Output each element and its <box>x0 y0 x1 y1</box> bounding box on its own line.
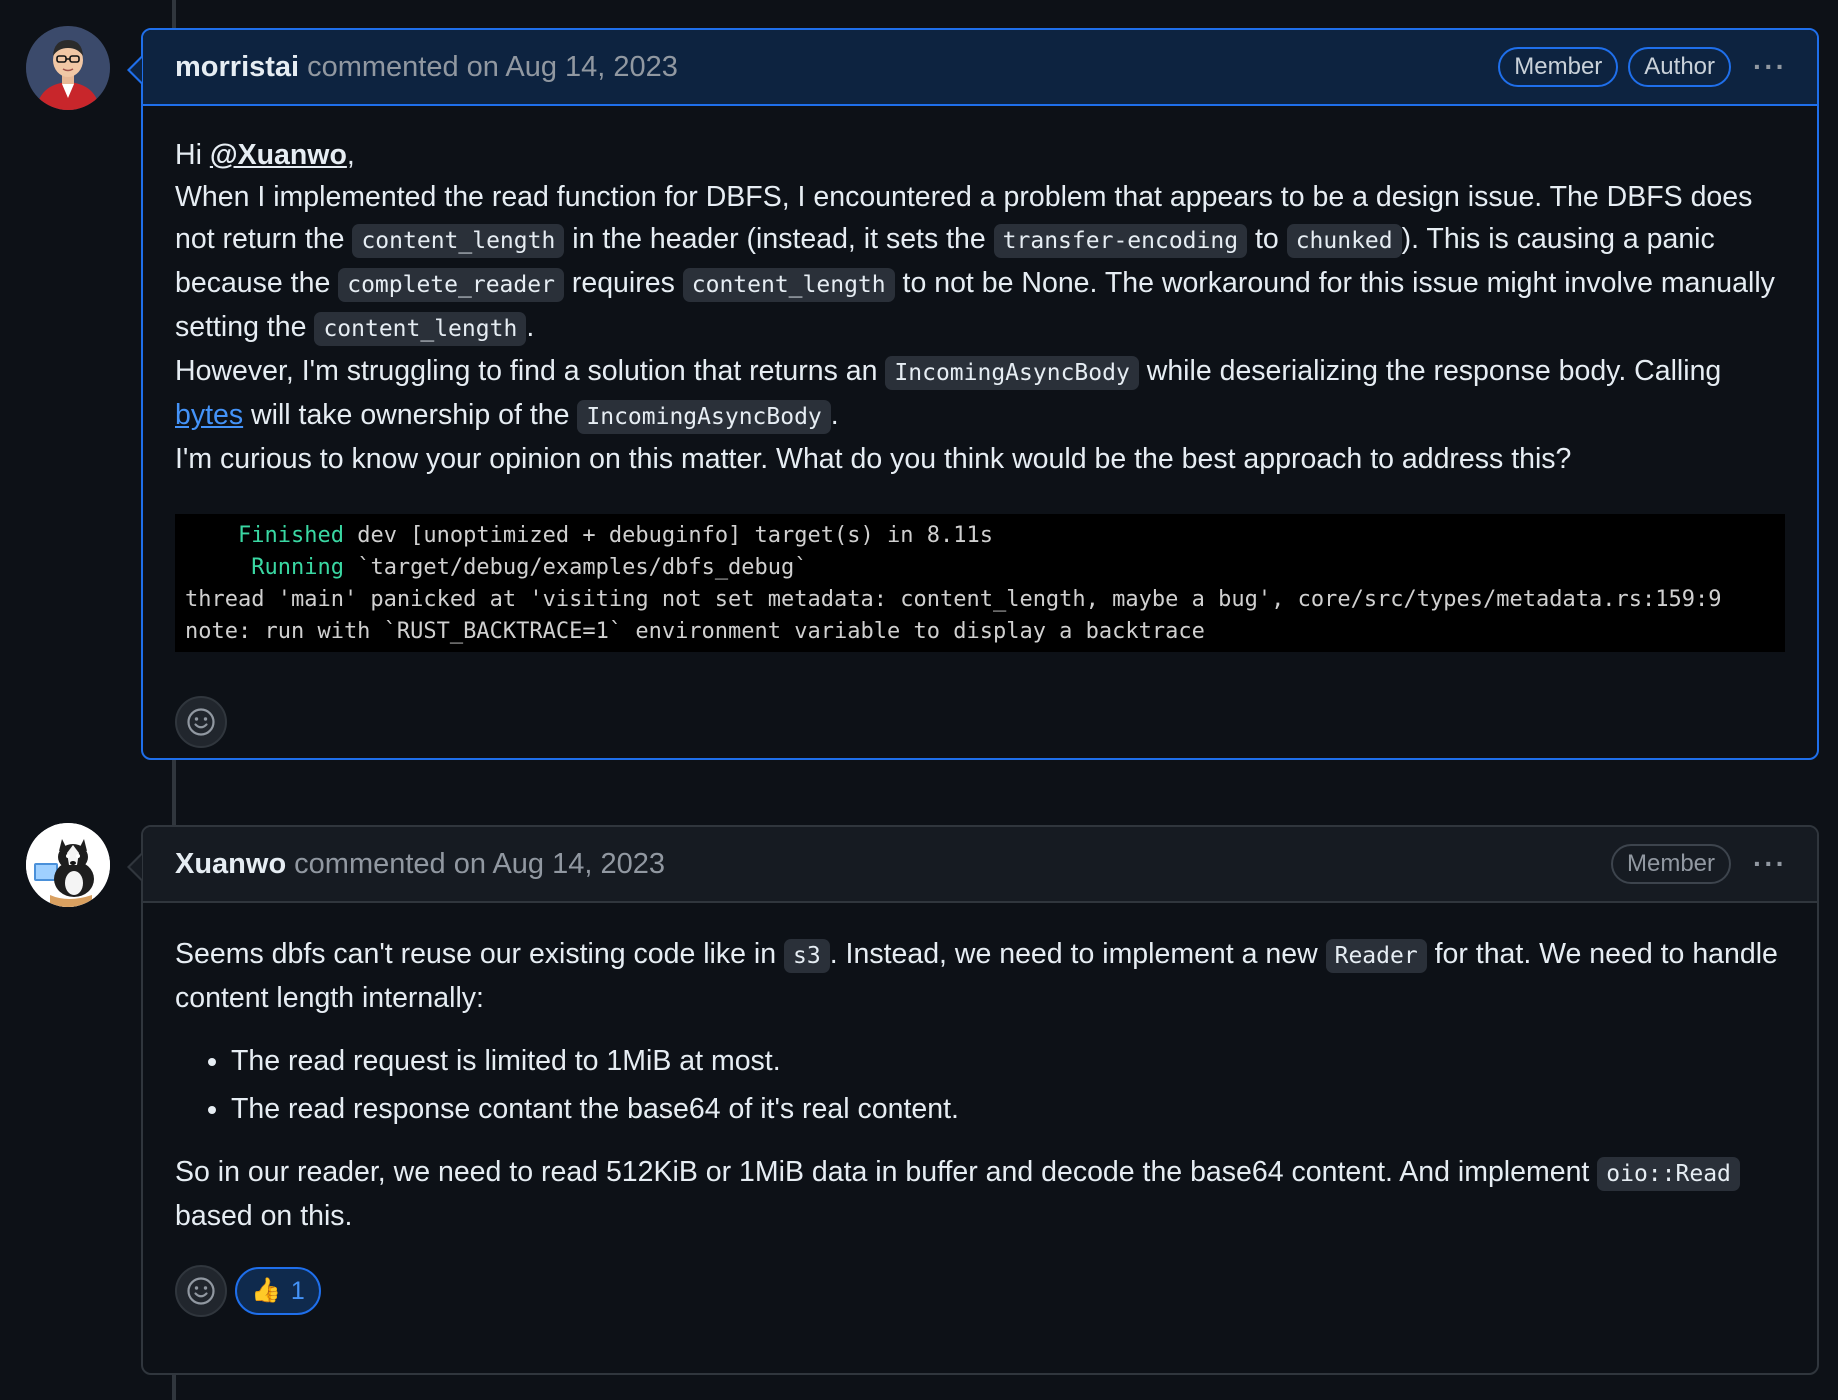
text: . <box>526 311 535 343</box>
more-options-icon[interactable]: ··· <box>1753 51 1787 83</box>
paragraph-1: Seems dbfs can't reuse our existing code… <box>175 933 1785 1019</box>
terminal-line-3: thread 'main' panicked at 'visiting not … <box>185 587 1722 612</box>
author-badge: Author <box>1628 47 1732 87</box>
comment-body: Seems dbfs can't reuse our existing code… <box>143 903 1817 1341</box>
terminal-line-1: Finished dev [unoptimized + debuginfo] t… <box>185 520 1775 552</box>
terminal-line-4: note: run with `RUST_BACKTRACE=1` enviro… <box>185 619 1205 644</box>
paragraph-2: So in our reader, we need to read 512KiB… <box>175 1151 1785 1237</box>
more-options-icon[interactable]: ··· <box>1753 848 1787 880</box>
avatar-morristai[interactable] <box>26 26 110 110</box>
comment-timestamp[interactable]: commented on Aug 14, 2023 <box>294 848 665 881</box>
greeting-suffix: , <box>346 139 355 171</box>
inline-code: content_length <box>314 312 527 346</box>
inline-code: IncomingAsyncBody <box>885 356 1139 390</box>
inline-code: s3 <box>784 939 830 973</box>
text: will take ownership of the <box>243 399 578 431</box>
inline-code: chunked <box>1286 224 1402 258</box>
smiley-icon <box>187 1277 215 1305</box>
comment-arrow <box>127 56 142 84</box>
reaction-count: 1 <box>290 1277 305 1305</box>
paragraph-1: When I implemented the read function for… <box>175 176 1785 350</box>
terminal-text: `target/debug/examples/dbfs_debug` <box>343 555 808 580</box>
text: in the header (instead, it sets the <box>564 223 994 255</box>
thumbs-up-reaction[interactable]: 👍 1 <box>235 1267 321 1315</box>
inline-code: transfer-encoding <box>993 224 1248 258</box>
avatar-morristai-image <box>26 26 110 110</box>
terminal-keyword: Finished <box>237 523 344 548</box>
smiley-icon <box>187 708 215 736</box>
comment-body: Hi @Xuanwo, When I implemented the read … <box>143 106 1817 772</box>
text: Seems dbfs can't reuse our existing code… <box>175 938 785 970</box>
inline-code: Reader <box>1325 939 1427 973</box>
text: to <box>1247 223 1287 255</box>
terminal-line-2: Running `target/debug/examples/dbfs_debu… <box>185 552 1775 584</box>
list-item: The read request is limited to 1MiB at m… <box>231 1037 1785 1085</box>
comment-xuanwo: Xuanwo commented on Aug 14, 2023 Member … <box>127 825 1819 1375</box>
mention-link[interactable]: @Xuanwo <box>210 139 347 171</box>
text: So in our reader, we need to read 512KiB… <box>175 1156 1598 1188</box>
inline-code: content_length <box>682 268 895 302</box>
terminal-keyword: Running <box>251 555 344 580</box>
text: However, I'm struggling to find a soluti… <box>175 355 886 387</box>
comment-author[interactable]: Xuanwo <box>175 848 286 881</box>
member-badge: Member <box>1498 47 1619 87</box>
comment-header: morristai commented on Aug 14, 2023 Memb… <box>127 30 1817 106</box>
text: . <box>830 399 839 431</box>
comment-header: Xuanwo commented on Aug 14, 2023 Member … <box>127 827 1817 903</box>
paragraph-2: However, I'm struggling to find a soluti… <box>175 350 1785 438</box>
terminal-output: Finished dev [unoptimized + debuginfo] t… <box>175 514 1785 652</box>
reactions-bar <box>175 696 1785 748</box>
text: based on this. <box>175 1200 353 1232</box>
bullet-list: The read request is limited to 1MiB at m… <box>175 1037 1785 1133</box>
reactions-bar: 👍 1 <box>175 1265 1785 1317</box>
bytes-link[interactable]: bytes <box>175 399 243 431</box>
paragraph-3: I'm curious to know your opinion on this… <box>175 443 1572 475</box>
comment-arrow <box>127 853 142 881</box>
terminal-text: dev [unoptimized + debuginfo] target(s) … <box>343 523 993 548</box>
greeting: Hi @Xuanwo, <box>175 134 1785 176</box>
inline-code: content_length <box>352 224 565 258</box>
add-reaction-button[interactable] <box>175 696 227 748</box>
avatar-xuanwo[interactable] <box>26 823 110 907</box>
member-badge: Member <box>1610 844 1732 884</box>
avatar-xuanwo-image <box>26 823 110 907</box>
thumbs-up-icon: 👍 <box>251 1277 281 1304</box>
inline-code: complete_reader <box>338 268 564 302</box>
inline-code: IncomingAsyncBody <box>577 400 831 434</box>
text: . Instead, we need to implement a new <box>829 938 1326 970</box>
comment-timestamp[interactable]: commented on Aug 14, 2023 <box>307 51 678 84</box>
text: while deserializing the response body. C… <box>1138 355 1722 387</box>
greeting-text: Hi <box>175 139 210 171</box>
add-reaction-button[interactable] <box>175 1265 227 1317</box>
comment-morristai: morristai commented on Aug 14, 2023 Memb… <box>127 28 1819 760</box>
comment-author[interactable]: morristai <box>175 51 299 84</box>
inline-code: oio::Read <box>1597 1157 1740 1191</box>
list-item: The read response contant the base64 of … <box>231 1085 1785 1133</box>
text: requires <box>563 267 683 299</box>
